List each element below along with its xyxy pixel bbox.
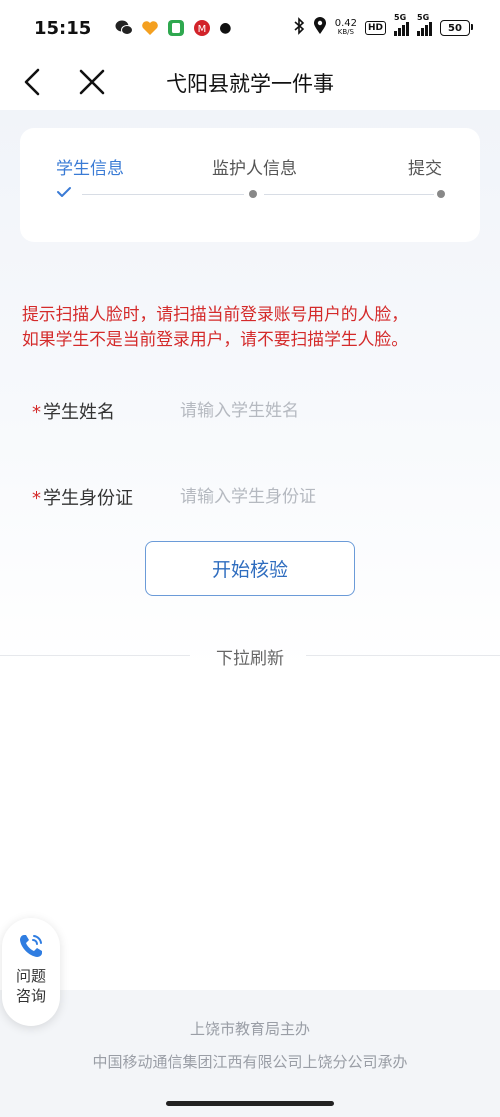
signal-gen: 5G [394,13,407,22]
start-verify-button[interactable]: 开始核验 [145,541,355,596]
divider-left [0,655,190,656]
tip-line-2: 如果学生不是当前登录用户，请不要扫描学生人脸。 [22,329,408,349]
footer-contractor: 中国移动通信集团江西有限公司上饶分公司承办 [92,1053,408,1071]
pull-refresh: 下拉刷新 [0,644,500,669]
status-bar: 15:15 M ● 0.42 KB/S HD 5G 5G 50 [0,0,500,56]
wechat-icon [115,19,134,37]
student-name-input[interactable] [180,401,472,421]
phone-icon [20,935,42,957]
check-icon [57,187,71,197]
home-indicator[interactable] [166,1101,334,1106]
location-icon [313,16,327,40]
student-name-row: * 学生姓名 [32,391,472,431]
status-right: 0.42 KB/S HD 5G 5G 50 [293,13,473,40]
status-time: 15:15 [34,17,92,39]
page-title: 弋阳县就学一件事 [166,72,334,96]
pull-refresh-text: 下拉刷新 [216,648,284,669]
student-id-input[interactable] [180,487,472,507]
bluetooth-icon [293,16,305,40]
heart-app-icon [141,19,159,37]
signal-gen-2: 5G [417,13,430,22]
student-id-label-text: 学生身份证 [43,488,133,509]
phone-app-icon [167,19,185,37]
signal-icon: 5G [394,13,409,36]
required-mark-2: * [32,488,41,509]
student-id-row: * 学生身份证 [32,477,472,517]
divider-right [306,655,500,656]
step-guardian-info: 监护人信息 [212,159,297,179]
step-line-2 [264,194,434,195]
net-speed: 0.42 KB/S [335,19,357,37]
required-mark: * [32,402,41,423]
bank-app-icon: M [193,19,211,37]
tip-line-1: 提示扫描人脸时，请扫描当前登录账号用户的人脸， [22,304,408,324]
net-speed-unit: KB/S [337,28,354,36]
step-student-info: 学生信息 [56,159,124,179]
nav-bar: 弋阳县就学一件事 [0,56,500,108]
step-submit: 提交 [408,159,442,179]
step-progress: 学生信息 监护人信息 提交 [20,128,480,242]
battery-icon: 50 [440,20,473,36]
dot-icon: ● [219,20,232,36]
hd-badge: HD [364,21,386,35]
step-dot-2 [249,190,257,198]
net-speed-value: 0.42 [334,18,357,29]
signal-icon-2: 5G [417,13,432,36]
footer: 上饶市教育局主办 中国移动通信集团江西有限公司上饶分公司承办 [0,990,500,1117]
student-name-label-text: 学生姓名 [43,402,115,423]
student-id-label: * 学生身份证 [32,484,180,510]
help-consult-button[interactable]: 问题咨询 [2,918,60,1026]
status-left: 15:15 M ● [34,18,232,39]
student-name-label: * 学生姓名 [32,398,180,424]
step-line-1 [82,194,244,195]
help-label: 问题咨询 [15,967,46,1005]
face-scan-tip: 提示扫描人脸时，请扫描当前登录账号用户的人脸， 如果学生不是当前登录用户，请不要… [22,302,482,352]
step-dot-3 [437,190,445,198]
svg-text:M: M [198,24,207,35]
footer-organizer: 上饶市教育局主办 [189,1020,310,1038]
